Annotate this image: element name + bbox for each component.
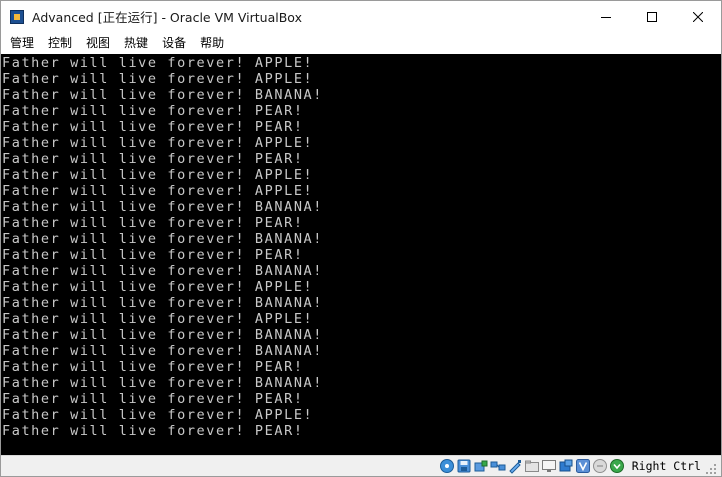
console-line: Father will live forever! BANANA! <box>2 87 324 103</box>
close-icon <box>693 11 703 22</box>
console-line: Father will live forever! PEAR! <box>2 103 304 119</box>
console-line: Father will live forever! APPLE! <box>2 71 314 87</box>
minimize-button[interactable] <box>583 1 629 32</box>
console-line: Father will live forever! PEAR! <box>2 215 304 231</box>
console-line: Father will live forever! APPLE! <box>2 167 314 183</box>
maximize-icon <box>647 11 657 22</box>
display-icon[interactable] <box>541 458 557 474</box>
status-icons <box>439 458 626 474</box>
resize-grip-icon[interactable] <box>705 460 717 474</box>
minimize-icon <box>601 16 611 18</box>
host-key-label[interactable]: Right Ctrl <box>632 459 701 473</box>
console-line: Father will live forever! BANANA! <box>2 327 324 343</box>
keyboard-icon[interactable] <box>609 458 625 474</box>
console-line: Father will live forever! PEAR! <box>2 423 304 439</box>
usb-icon[interactable] <box>507 458 523 474</box>
console-line: Father will live forever! APPLE! <box>2 279 314 295</box>
shared-folders-icon[interactable] <box>524 458 540 474</box>
window-title: Advanced [正在运行] - Oracle VM VirtualBox <box>32 10 302 25</box>
console-line: Father will live forever! APPLE! <box>2 183 314 199</box>
console-line: Father will live forever! BANANA! <box>2 263 324 279</box>
console-line: Father will live forever! PEAR! <box>2 151 304 167</box>
menu-hotkeys[interactable]: 热键 <box>117 32 155 54</box>
maximize-button[interactable] <box>629 1 675 32</box>
window-controls <box>583 1 721 32</box>
menu-control[interactable]: 控制 <box>41 32 79 54</box>
console-line: Father will live forever! APPLE! <box>2 311 314 327</box>
console-line: Father will live forever! BANANA! <box>2 375 324 391</box>
virtualbox-window: Advanced [正在运行] - Oracle VM VirtualBox 管… <box>0 0 722 477</box>
console-line: Father will live forever! PEAR! <box>2 119 304 135</box>
virtualbox-app-icon <box>9 9 25 25</box>
title-bar[interactable]: Advanced [正在运行] - Oracle VM VirtualBox <box>1 1 721 32</box>
menu-manage[interactable]: 管理 <box>3 32 41 54</box>
mouse-integration-icon[interactable] <box>592 458 608 474</box>
virtualization-icon[interactable] <box>575 458 591 474</box>
console-line: Father will live forever! BANANA! <box>2 343 324 359</box>
vm-console-screen[interactable]: Father will live forever! APPLE! Father … <box>1 54 721 455</box>
video-capture-icon[interactable] <box>558 458 574 474</box>
console-line: Father will live forever! BANANA! <box>2 231 324 247</box>
optical-drive-icon[interactable] <box>456 458 472 474</box>
console-line: Father will live forever! BANANA! <box>2 295 324 311</box>
menu-bar: 管理 控制 视图 热键 设备 帮助 <box>1 32 721 54</box>
network-icon[interactable] <box>490 458 506 474</box>
console-line: Father will live forever! APPLE! <box>2 407 314 423</box>
status-bar: Right Ctrl <box>1 455 721 476</box>
console-line: Father will live forever! PEAR! <box>2 391 304 407</box>
console-line: Father will live forever! APPLE! <box>2 135 314 151</box>
console-line: Father will live forever! PEAR! <box>2 359 304 375</box>
hard-disk-icon[interactable] <box>439 458 455 474</box>
menu-devices[interactable]: 设备 <box>155 32 193 54</box>
audio-icon[interactable] <box>473 458 489 474</box>
close-button[interactable] <box>675 1 721 32</box>
menu-help[interactable]: 帮助 <box>193 32 231 54</box>
console-line: Father will live forever! BANANA! <box>2 199 324 215</box>
console-line: Father will live forever! APPLE! <box>2 55 314 71</box>
console-line: Father will live forever! PEAR! <box>2 247 304 263</box>
menu-view[interactable]: 视图 <box>79 32 117 54</box>
